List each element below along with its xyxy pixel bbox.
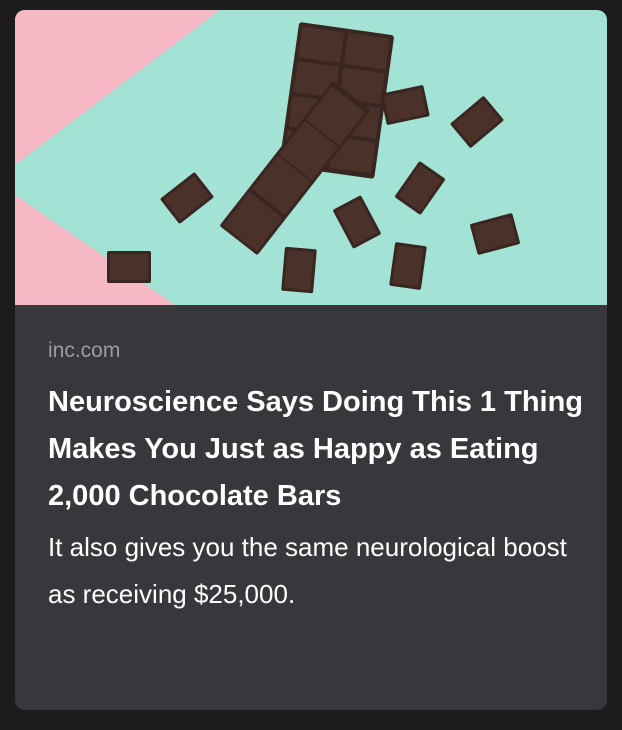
source-domain: inc.com xyxy=(48,339,121,362)
article-summary: It also gives you the same neurological … xyxy=(48,532,567,609)
chocolate-photo-icon[interactable] xyxy=(15,10,607,305)
link-preview-card[interactable]: inc.com Neuroscience Says Doing This 1 T… xyxy=(15,10,607,710)
article-headline[interactable]: Neuroscience Says Doing This 1 Thing Mak… xyxy=(48,379,588,520)
